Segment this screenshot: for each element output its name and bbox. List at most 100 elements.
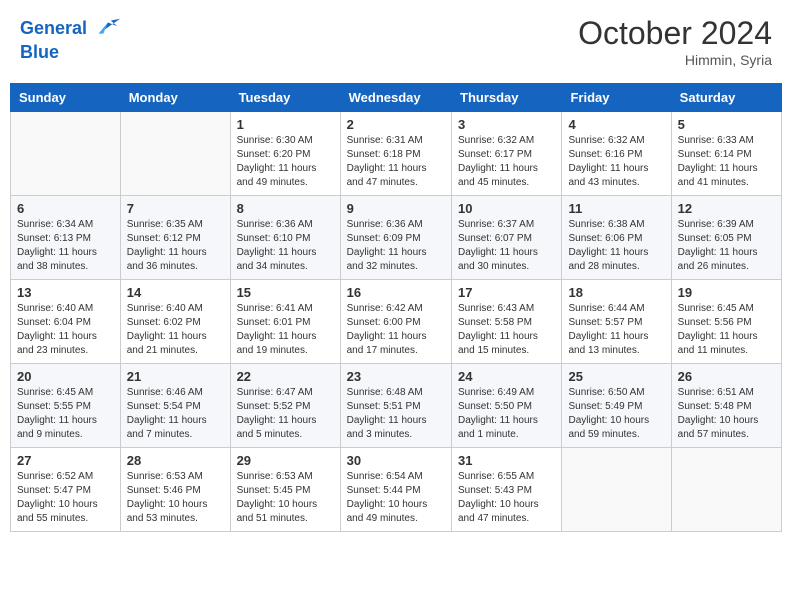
day-number: 20: [17, 369, 114, 384]
day-info: Sunrise: 6:31 AM Sunset: 6:18 PM Dayligh…: [347, 134, 445, 190]
calendar-cell: 2Sunrise: 6:31 AM Sunset: 6:18 PM Daylig…: [340, 112, 451, 196]
day-header-saturday: Saturday: [671, 84, 781, 112]
day-info: Sunrise: 6:42 AM Sunset: 6:00 PM Dayligh…: [347, 302, 445, 358]
calendar-cell: 4 Sunrise: 6:32 AM Sunset: 6:16 PM Daylig…: [562, 112, 671, 196]
day-info: Sunrise: 6:46 AM Sunset: 5:54 PM Dayligh…: [127, 386, 224, 442]
day-number: 4: [568, 117, 664, 132]
day-header-friday: Friday: [562, 84, 671, 112]
day-info: Sunrise: 6:34 AM Sunset: 6:13 PM Dayligh…: [17, 218, 114, 274]
day-info: Sunrise: 6:33 AM Sunset: 6:14 PM Dayligh…: [678, 134, 775, 190]
calendar-cell: 10 Sunrise: 6:37 AM Sunset: 6:07 PM Dayli…: [452, 196, 562, 280]
day-number: 12: [678, 201, 775, 216]
calendar-cell: 26 Sunrise: 6:51 AM Sunset: 5:48 PM Dayli…: [671, 364, 781, 448]
day-number: 8: [237, 201, 334, 216]
day-info: Sunrise: 6:43 AM Sunset: 5:58 PM Dayligh…: [458, 302, 555, 358]
day-number: 23: [347, 369, 445, 384]
calendar-cell: 25Sunrise: 6:50 AM Sunset: 5:49 PM Dayli…: [562, 364, 671, 448]
calendar-cell: 20 Sunrise: 6:45 AM Sunset: 5:55 PM Dayli…: [11, 364, 121, 448]
day-number: 14: [127, 285, 224, 300]
day-number: 28: [127, 453, 224, 468]
day-number: 5: [678, 117, 775, 132]
calendar-cell: 5 Sunrise: 6:33 AM Sunset: 6:14 PM Daylig…: [671, 112, 781, 196]
day-number: 9: [347, 201, 445, 216]
day-header-tuesday: Tuesday: [230, 84, 340, 112]
calendar-cell: [120, 112, 230, 196]
day-info: Sunrise: 6:54 AM Sunset: 5:44 PM Dayligh…: [347, 470, 445, 526]
day-info: Sunrise: 6:41 AM Sunset: 6:01 PM Dayligh…: [237, 302, 334, 358]
logo-general: General: [20, 18, 87, 38]
calendar-cell: 6Sunrise: 6:34 AM Sunset: 6:13 PM Daylig…: [11, 196, 121, 280]
day-number: 22: [237, 369, 334, 384]
calendar-cell: 15 Sunrise: 6:41 AM Sunset: 6:01 PM Dayli…: [230, 280, 340, 364]
calendar-cell: 29Sunrise: 6:53 AM Sunset: 5:45 PM Dayli…: [230, 448, 340, 532]
calendar-week-4: 20 Sunrise: 6:45 AM Sunset: 5:55 PM Dayli…: [11, 364, 782, 448]
day-info: Sunrise: 6:37 AM Sunset: 6:07 PM Dayligh…: [458, 218, 555, 274]
day-info: Sunrise: 6:45 AM Sunset: 5:56 PM Dayligh…: [678, 302, 775, 358]
calendar-cell: 23Sunrise: 6:48 AM Sunset: 5:51 PM Dayli…: [340, 364, 451, 448]
logo-blue: Blue: [20, 43, 122, 63]
calendar-cell: 8 Sunrise: 6:36 AM Sunset: 6:10 PM Daylig…: [230, 196, 340, 280]
day-number: 30: [347, 453, 445, 468]
calendar-cell: 21 Sunrise: 6:46 AM Sunset: 5:54 PM Dayli…: [120, 364, 230, 448]
day-info: Sunrise: 6:51 AM Sunset: 5:48 PM Dayligh…: [678, 386, 775, 442]
day-info: Sunrise: 6:39 AM Sunset: 6:05 PM Dayligh…: [678, 218, 775, 274]
day-header-sunday: Sunday: [11, 84, 121, 112]
day-info: Sunrise: 6:36 AM Sunset: 6:09 PM Dayligh…: [347, 218, 445, 274]
calendar-cell: 12 Sunrise: 6:39 AM Sunset: 6:05 PM Dayli…: [671, 196, 781, 280]
calendar-cell: [562, 448, 671, 532]
calendar-week-3: 13 Sunrise: 6:40 AM Sunset: 6:04 PM Dayli…: [11, 280, 782, 364]
calendar-cell: 28 Sunrise: 6:53 AM Sunset: 5:46 PM Dayli…: [120, 448, 230, 532]
day-number: 27: [17, 453, 114, 468]
day-number: 21: [127, 369, 224, 384]
day-number: 24: [458, 369, 555, 384]
day-info: Sunrise: 6:38 AM Sunset: 6:06 PM Dayligh…: [568, 218, 664, 274]
logo: General Blue: [20, 15, 122, 63]
calendar-cell: 14 Sunrise: 6:40 AM Sunset: 6:02 PM Dayli…: [120, 280, 230, 364]
calendar-cell: 11Sunrise: 6:38 AM Sunset: 6:06 PM Dayli…: [562, 196, 671, 280]
title-block: October 2024 Himmin, Syria: [578, 15, 772, 68]
day-number: 26: [678, 369, 775, 384]
day-info: Sunrise: 6:47 AM Sunset: 5:52 PM Dayligh…: [237, 386, 334, 442]
day-number: 15: [237, 285, 334, 300]
calendar-cell: 18Sunrise: 6:44 AM Sunset: 5:57 PM Dayli…: [562, 280, 671, 364]
day-number: 10: [458, 201, 555, 216]
day-info: Sunrise: 6:32 AM Sunset: 6:16 PM Dayligh…: [568, 134, 664, 190]
calendar-week-2: 6Sunrise: 6:34 AM Sunset: 6:13 PM Daylig…: [11, 196, 782, 280]
day-number: 13: [17, 285, 114, 300]
day-info: Sunrise: 6:55 AM Sunset: 5:43 PM Dayligh…: [458, 470, 555, 526]
month-title: October 2024: [578, 15, 772, 52]
calendar-week-5: 27 Sunrise: 6:52 AM Sunset: 5:47 PM Dayli…: [11, 448, 782, 532]
day-number: 17: [458, 285, 555, 300]
calendar-cell: 16 Sunrise: 6:42 AM Sunset: 6:00 PM Dayli…: [340, 280, 451, 364]
day-number: 1: [237, 117, 334, 132]
day-info: Sunrise: 6:35 AM Sunset: 6:12 PM Dayligh…: [127, 218, 224, 274]
day-info: Sunrise: 6:40 AM Sunset: 6:04 PM Dayligh…: [17, 302, 114, 358]
day-number: 18: [568, 285, 664, 300]
calendar-cell: 30 Sunrise: 6:54 AM Sunset: 5:44 PM Dayli…: [340, 448, 451, 532]
calendar-cell: 17 Sunrise: 6:43 AM Sunset: 5:58 PM Dayli…: [452, 280, 562, 364]
calendar-cell: 1Sunrise: 6:30 AM Sunset: 6:20 PM Daylig…: [230, 112, 340, 196]
logo-bird-icon: [94, 15, 122, 43]
day-number: 31: [458, 453, 555, 468]
day-info: Sunrise: 6:53 AM Sunset: 5:46 PM Dayligh…: [127, 470, 224, 526]
day-info: Sunrise: 6:36 AM Sunset: 6:10 PM Dayligh…: [237, 218, 334, 274]
calendar-cell: 9 Sunrise: 6:36 AM Sunset: 6:09 PM Daylig…: [340, 196, 451, 280]
calendar-table: SundayMondayTuesdayWednesdayThursdayFrid…: [10, 83, 782, 532]
day-info: Sunrise: 6:50 AM Sunset: 5:49 PM Dayligh…: [568, 386, 664, 442]
calendar-cell: 31 Sunrise: 6:55 AM Sunset: 5:43 PM Dayli…: [452, 448, 562, 532]
day-number: 7: [127, 201, 224, 216]
calendar-cell: [671, 448, 781, 532]
calendar-cell: 7 Sunrise: 6:35 AM Sunset: 6:12 PM Daylig…: [120, 196, 230, 280]
day-number: 29: [237, 453, 334, 468]
calendar-cell: 27 Sunrise: 6:52 AM Sunset: 5:47 PM Dayli…: [11, 448, 121, 532]
calendar-cell: 22 Sunrise: 6:47 AM Sunset: 5:52 PM Dayli…: [230, 364, 340, 448]
calendar-cell: 3Sunrise: 6:32 AM Sunset: 6:17 PM Daylig…: [452, 112, 562, 196]
calendar-cell: 13 Sunrise: 6:40 AM Sunset: 6:04 PM Dayli…: [11, 280, 121, 364]
day-number: 16: [347, 285, 445, 300]
calendar-cell: [11, 112, 121, 196]
day-info: Sunrise: 6:45 AM Sunset: 5:55 PM Dayligh…: [17, 386, 114, 442]
day-info: Sunrise: 6:49 AM Sunset: 5:50 PM Dayligh…: [458, 386, 555, 442]
day-info: Sunrise: 6:52 AM Sunset: 5:47 PM Dayligh…: [17, 470, 114, 526]
page-header: General Blue October 2024 Himmin, Syria: [10, 10, 782, 73]
day-info: Sunrise: 6:40 AM Sunset: 6:02 PM Dayligh…: [127, 302, 224, 358]
